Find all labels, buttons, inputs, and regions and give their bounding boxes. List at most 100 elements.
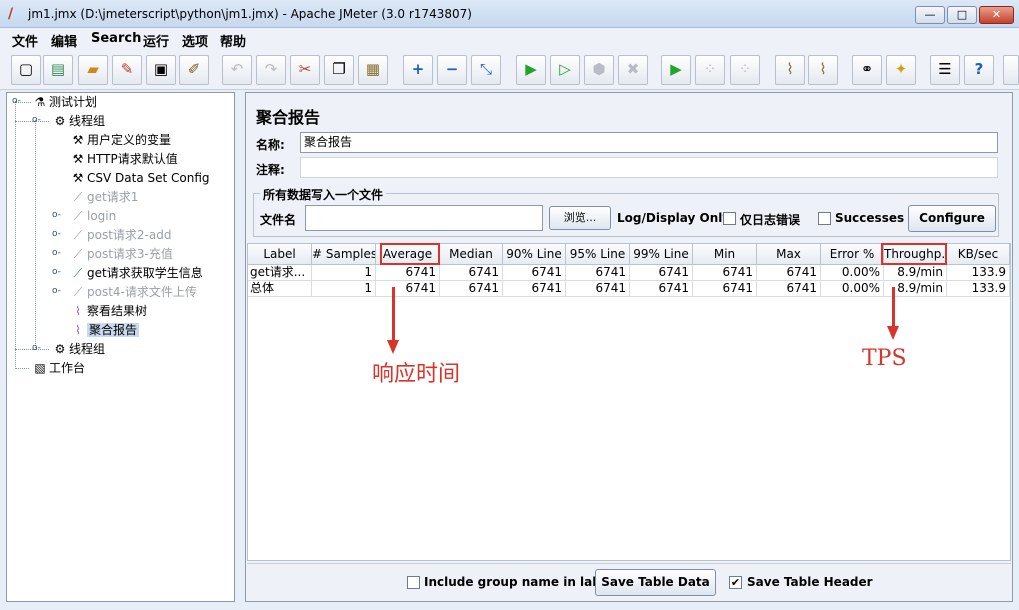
cell-max: 6741 bbox=[757, 281, 821, 297]
menu-edit[interactable]: 编辑 bbox=[51, 31, 77, 50]
shutdown-icon[interactable]: ✖ bbox=[618, 55, 648, 85]
results-table: Label # Samples Average Median 90% Line … bbox=[247, 243, 1011, 561]
tree-node-post-add[interactable]: ⟋ post请求2-add bbox=[69, 226, 172, 244]
tree-node-workbench[interactable]: ▧ 工作台 bbox=[31, 359, 85, 377]
cut-icon[interactable]: ✂ bbox=[290, 55, 320, 85]
cell-99-line: 6741 bbox=[630, 281, 693, 297]
col-header-kb-sec[interactable]: KB/sec bbox=[947, 244, 1010, 265]
cell-median: 6741 bbox=[440, 281, 503, 297]
help-icon[interactable]: ? bbox=[964, 55, 994, 85]
col-header-90-line[interactable]: 90% Line bbox=[503, 244, 566, 265]
col-header-max[interactable]: Max bbox=[757, 244, 821, 265]
col-header-95-line[interactable]: 95% Line bbox=[566, 244, 630, 265]
col-header-samples[interactable]: # Samples bbox=[312, 244, 376, 265]
tree-node-aggregate-report[interactable]: ⌇ 聚合报告 bbox=[69, 321, 140, 339]
tree-node-view-results-tree[interactable]: ⌇ 察看结果树 bbox=[69, 302, 147, 320]
col-header-median[interactable]: Median bbox=[440, 244, 503, 265]
pipette-icon: ⟋ bbox=[73, 190, 83, 204]
cell-error: 0.00% bbox=[821, 265, 884, 281]
include-group-checkbox[interactable] bbox=[407, 576, 420, 589]
tree-node-post-upload[interactable]: ⟋ post4-请求文件上传 bbox=[69, 283, 197, 301]
tree-node-thread-group-2[interactable]: ⚙ 线程组 bbox=[51, 340, 105, 358]
expand-icon[interactable]: + bbox=[403, 55, 433, 85]
test-plan-icon: ⚗ bbox=[34, 95, 46, 109]
tps-annotation: TPS bbox=[862, 346, 907, 371]
clear-all-icon[interactable]: ⌇ bbox=[808, 55, 838, 85]
remote-start-icon[interactable]: ▶ bbox=[661, 55, 691, 85]
name-field[interactable]: 聚合报告 bbox=[300, 132, 998, 153]
reset-search-icon[interactable]: ✦ bbox=[886, 55, 916, 85]
col-header-min[interactable]: Min bbox=[693, 244, 757, 265]
new-icon[interactable]: ▢ bbox=[11, 55, 41, 85]
configure-button[interactable]: Configure bbox=[908, 205, 996, 232]
remote-stop-icon[interactable]: ⁘ bbox=[695, 55, 725, 85]
undo-icon[interactable]: ↶ bbox=[222, 55, 252, 85]
menu-help[interactable]: 帮助 bbox=[220, 31, 246, 50]
cell-samples: 1 bbox=[312, 281, 376, 297]
cell-average: 6741 bbox=[376, 265, 440, 281]
tree-node-post-recharge[interactable]: ⟋ post请求3-充值 bbox=[69, 245, 173, 263]
wrench-icon: ⚒ bbox=[72, 152, 84, 166]
browse-button[interactable]: 浏览... bbox=[549, 206, 611, 230]
response-time-arrowhead bbox=[387, 340, 399, 354]
collapse-icon[interactable]: − bbox=[437, 55, 467, 85]
cell-average: 6741 bbox=[376, 281, 440, 297]
tree-node-test-plan[interactable]: ⚗ 测试计划 bbox=[31, 93, 97, 111]
tree-node-http-defaults[interactable]: ⚒ HTTP请求默认值 bbox=[69, 150, 178, 168]
stop-icon[interactable]: ⬢ bbox=[584, 55, 614, 85]
filename-field[interactable] bbox=[305, 205, 543, 231]
open-icon[interactable]: ▰ bbox=[78, 55, 108, 85]
comment-field[interactable] bbox=[300, 157, 998, 178]
toggle-icon[interactable]: ⤡ bbox=[471, 55, 501, 85]
tree-node-get-request-1[interactable]: ⟋ get请求1 bbox=[69, 188, 139, 206]
close-button[interactable]: ✕ bbox=[979, 6, 1014, 24]
tree-node-get-student-info[interactable]: ⟋ get请求获取学生信息 bbox=[69, 264, 203, 282]
col-header-99-line[interactable]: 99% Line bbox=[630, 244, 693, 265]
minimize-button[interactable]: — bbox=[915, 6, 945, 24]
close-file-icon[interactable]: ✎ bbox=[112, 55, 142, 85]
save-table-data-button[interactable]: Save Table Data bbox=[595, 569, 716, 596]
maximize-button[interactable]: □ bbox=[947, 6, 977, 24]
log-display-label: Log/Display Only: bbox=[617, 211, 735, 225]
menu-file[interactable]: 文件 bbox=[12, 31, 38, 50]
function-helper-icon[interactable]: ☰ bbox=[930, 55, 960, 85]
start-no-pause-icon[interactable]: ▷ bbox=[550, 55, 580, 85]
cell-95-line: 6741 bbox=[566, 265, 630, 281]
remote-shutdown-icon[interactable]: ⁘ bbox=[730, 55, 760, 85]
errors-only-checkbox[interactable] bbox=[723, 212, 736, 225]
cell-95-line: 6741 bbox=[566, 281, 630, 297]
menu-options[interactable]: 选项 bbox=[182, 31, 208, 50]
cell-90-line: 6741 bbox=[503, 281, 566, 297]
pipette-icon: ⟋ bbox=[73, 228, 83, 242]
redo-icon[interactable]: ↷ bbox=[256, 55, 286, 85]
save-as-icon[interactable]: ✐ bbox=[179, 55, 209, 85]
tps-arrowhead bbox=[887, 326, 899, 340]
cell-90-line: 6741 bbox=[503, 265, 566, 281]
tree-node-csv-config[interactable]: ⚒ CSV Data Set Config bbox=[69, 169, 210, 187]
start-icon[interactable]: ▶ bbox=[516, 55, 546, 85]
save-icon[interactable]: ▣ bbox=[146, 55, 176, 85]
col-header-label[interactable]: Label bbox=[248, 244, 312, 265]
paste-icon[interactable]: ▦ bbox=[358, 55, 388, 85]
clear-icon[interactable]: ⌇ bbox=[775, 55, 805, 85]
menu-search[interactable]: Search bbox=[91, 31, 141, 46]
toolbar-overflow-icon[interactable] bbox=[1003, 55, 1019, 85]
table-footer: Include group name in label? Save Table … bbox=[247, 563, 1011, 601]
cell-throughput: 8.9/min bbox=[884, 265, 947, 281]
menu-run[interactable]: 运行 bbox=[143, 31, 169, 50]
search-icon[interactable]: ⚭ bbox=[852, 55, 882, 85]
write-results-title: 所有数据写入一个文件 bbox=[260, 186, 387, 203]
col-header-error[interactable]: Error % bbox=[821, 244, 884, 265]
cell-min: 6741 bbox=[693, 281, 757, 297]
cell-median: 6741 bbox=[440, 265, 503, 281]
tree-node-user-variables[interactable]: ⚒ 用户定义的变量 bbox=[69, 131, 171, 149]
copy-icon[interactable]: ❐ bbox=[324, 55, 354, 85]
save-table-header-checkbox[interactable]: ✔ bbox=[729, 576, 742, 589]
successes-checkbox[interactable] bbox=[818, 212, 831, 225]
tree-node-thread-group[interactable]: ⚙ 线程组 bbox=[51, 112, 105, 130]
test-plan-tree: o- o- o- o- o- o- o- o- ⚗ 测试计划 ⚙ 线程组 ⚒ 用户定义… bbox=[6, 92, 235, 602]
templates-icon[interactable]: ▤ bbox=[43, 55, 73, 85]
toolbar: ▢ ▤ ▰ ✎ ▣ ✐ ↶ ↷ ✂ ❐ ▦ + − ⤡ ▶ ▷ ⬢ ✖ ▶ ⁘ … bbox=[0, 50, 1019, 90]
aggregate-report-panel: 聚合报告 名称: 聚合报告 注释: 所有数据写入一个文件 文件名 浏览... L… bbox=[245, 92, 1013, 602]
tree-node-login[interactable]: ⟋ login bbox=[69, 207, 116, 225]
